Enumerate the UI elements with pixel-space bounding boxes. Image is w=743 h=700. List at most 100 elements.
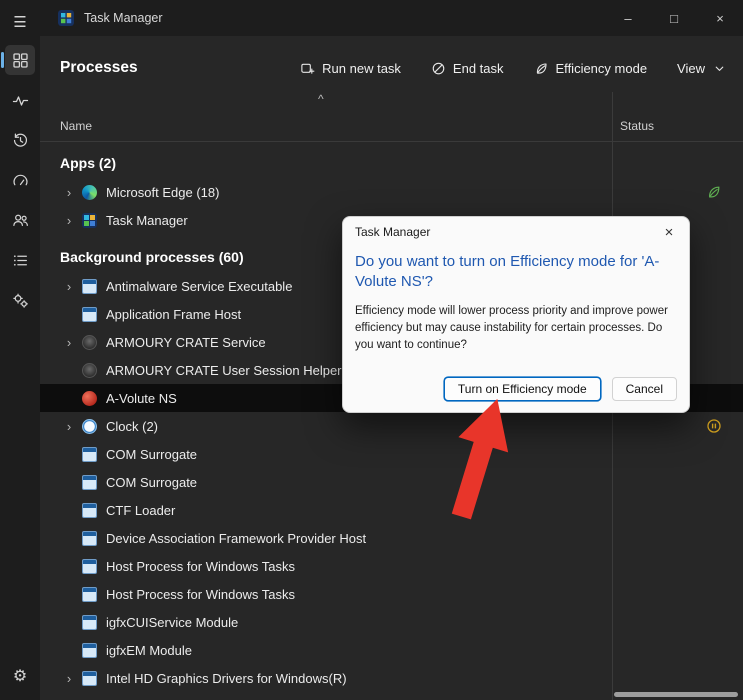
history-icon	[13, 132, 27, 147]
process-row[interactable]: igfxCUIService Module	[40, 608, 743, 636]
page-title: Processes	[60, 59, 138, 76]
expand-chevron-icon[interactable]: ›	[62, 213, 76, 228]
process-name: igfxCUIService Module	[106, 614, 239, 630]
services-gears-icon	[12, 293, 28, 308]
performance-pulse-icon	[12, 95, 28, 106]
sidebar-item-services[interactable]	[0, 280, 40, 320]
process-row[interactable]: CTF Loader	[40, 496, 743, 524]
process-name: Intel HD Graphics Drivers for Windows(R)	[106, 670, 347, 686]
chevron-down-icon	[715, 66, 724, 71]
expand-chevron-icon[interactable]: ›	[62, 335, 76, 350]
window-app-icon	[82, 306, 97, 322]
process-row[interactable]: Host Process for Windows Tasks	[40, 552, 743, 580]
leaf-icon	[536, 62, 547, 74]
expand-chevron-icon[interactable]: ›	[62, 185, 76, 200]
window-app-icon	[82, 474, 97, 490]
process-name: COM Surrogate	[106, 446, 198, 462]
sidebar-item-settings[interactable]: ⚙	[0, 656, 40, 696]
content-header: Processes Run new task End task Efficien…	[40, 48, 743, 88]
sidebar-item-performance[interactable]	[0, 80, 40, 120]
dialog-title: Task Manager	[355, 225, 431, 239]
window-app-icon	[82, 558, 97, 574]
dialog-body-text: Efficiency mode will lower process prior…	[355, 304, 668, 352]
view-button[interactable]: View	[677, 61, 727, 76]
sidebar-item-users[interactable]	[0, 200, 40, 240]
avolute-app-icon	[82, 390, 97, 406]
process-row[interactable]: › Intel HD Graphics Drivers for Windows(R…	[40, 664, 743, 692]
end-task-label: End task	[452, 60, 504, 76]
view-label: View	[677, 60, 705, 76]
process-name: Application Frame Host	[106, 306, 242, 322]
settings-gear-icon: ⚙	[12, 668, 28, 685]
process-name: Clock (2)	[106, 418, 159, 434]
edge-app-icon	[82, 184, 97, 200]
task-manager-window: ☰ ⚙ Task Manager – □ × Processes Run new…	[0, 0, 743, 700]
dialog-buttons: Turn on Efficiency mode Cancel	[443, 377, 677, 401]
window-app-icon	[82, 502, 97, 518]
process-name: Host Process for Windows Tasks	[106, 586, 296, 602]
window-app-icon	[82, 670, 97, 686]
turn-on-efficiency-mode-button[interactable]: Turn on Efficiency mode	[443, 377, 601, 401]
taskmgr-app-icon	[82, 212, 97, 228]
column-header-row: ^ Name Status	[40, 92, 743, 142]
process-row[interactable]: › Microsoft Edge (18)	[40, 178, 743, 206]
armoury-app-icon	[82, 362, 97, 378]
details-list-icon	[13, 254, 27, 266]
new-task-icon	[301, 63, 315, 74]
close-button[interactable]: ×	[697, 0, 743, 36]
process-row[interactable]: igfxEM Module	[40, 636, 743, 664]
titlebar: Task Manager – □ ×	[40, 0, 743, 36]
end-task-button[interactable]: End task	[431, 61, 504, 76]
sidebar-item-details[interactable]	[0, 240, 40, 280]
horizontal-scrollbar[interactable]	[614, 692, 738, 697]
window-app-icon	[82, 586, 97, 602]
column-header-name[interactable]: Name	[60, 119, 92, 133]
sidebar-item-startup-apps[interactable]	[0, 160, 40, 200]
nav-menu-button[interactable]: ☰	[0, 4, 40, 40]
processes-grid-icon	[12, 52, 28, 68]
process-row[interactable]: › Clock (2)	[40, 412, 743, 440]
expand-chevron-icon[interactable]: ›	[62, 279, 76, 294]
process-name: ARMOURY CRATE User Session Helper	[106, 362, 342, 378]
process-row[interactable]: COM Surrogate	[40, 468, 743, 496]
sort-indicator: ^	[318, 92, 324, 106]
process-name: Device Association Framework Provider Ho…	[106, 530, 367, 546]
end-task-icon	[432, 62, 445, 74]
process-name: COM Surrogate	[106, 474, 198, 490]
run-new-task-label: Run new task	[322, 60, 401, 76]
window-app-icon	[82, 614, 97, 630]
process-name: A-Volute NS	[106, 390, 177, 406]
minimize-button[interactable]: –	[605, 0, 651, 36]
window-app-icon	[82, 446, 97, 462]
process-row[interactable]: COM Surrogate	[40, 440, 743, 468]
process-name: Task Manager	[106, 212, 188, 228]
cancel-button[interactable]: Cancel	[611, 377, 677, 401]
leaf-status-icon	[706, 184, 722, 200]
dialog-titlebar: Task Manager	[343, 217, 689, 247]
process-row[interactable]: Host Process for Windows Tasks	[40, 580, 743, 608]
maximize-button[interactable]: □	[651, 0, 697, 36]
process-name: Host Process for Windows Tasks	[106, 558, 296, 574]
efficiency-mode-label: Efficiency mode	[555, 60, 648, 76]
armoury-app-icon	[82, 334, 97, 350]
clock-app-icon	[82, 418, 97, 434]
paused-status-icon	[706, 418, 722, 434]
process-row[interactable]: Device Association Framework Provider Ho…	[40, 524, 743, 552]
process-name: Antimalware Service Executable	[106, 278, 293, 294]
efficiency-mode-button[interactable]: Efficiency mode	[534, 60, 648, 76]
window-app-icon	[82, 530, 97, 546]
sidebar-item-processes[interactable]	[0, 40, 40, 80]
dialog-heading: Do you want to turn on Efficiency mode f…	[355, 253, 660, 291]
process-name: igfxEM Module	[106, 642, 192, 658]
process-name: ARMOURY CRATE Service	[106, 334, 266, 350]
startup-gauge-icon	[13, 174, 27, 185]
sidebar-item-app-history[interactable]	[0, 120, 40, 160]
run-new-task-button[interactable]: Run new task	[300, 61, 401, 76]
sidebar: ☰ ⚙	[0, 0, 40, 700]
process-name: Microsoft Edge (18)	[106, 184, 220, 200]
group-header[interactable]: Apps (2)	[40, 148, 743, 178]
expand-chevron-icon[interactable]: ›	[62, 419, 76, 434]
dialog-close-icon[interactable]: ×	[649, 217, 689, 247]
expand-chevron-icon[interactable]: ›	[62, 671, 76, 686]
column-header-status[interactable]: Status	[620, 119, 654, 133]
